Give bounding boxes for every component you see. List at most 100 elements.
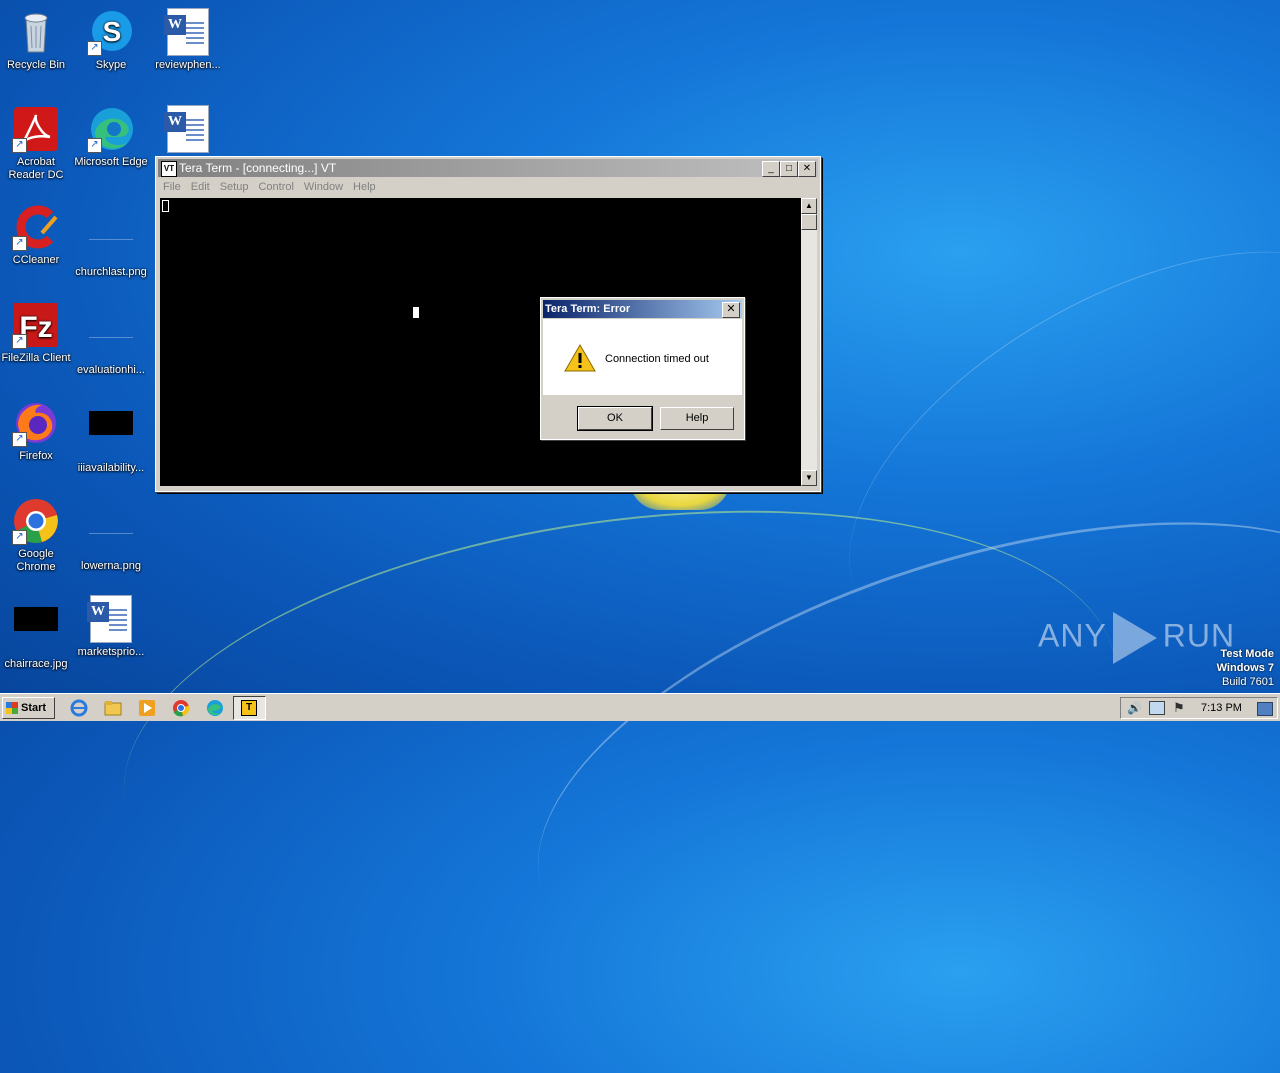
teraterm-title: Tera Term - [connecting...] VT — [179, 161, 337, 175]
desktop-icon-label: Google Chrome — [16, 548, 56, 573]
chrome-taskbar-icon[interactable] — [172, 699, 190, 717]
firefox-icon: ↗ — [12, 399, 60, 447]
scroll-thumb[interactable] — [801, 214, 817, 230]
maximize-button[interactable]: □ — [780, 161, 798, 177]
desktop-icon-label: Microsoft Edge — [74, 156, 148, 168]
word-doc-icon: W — [164, 105, 212, 153]
build-line: Build 7601 — [1222, 676, 1274, 688]
desktop-icon-marketsprio[interactable]: W marketsprio... — [73, 595, 149, 659]
menu-file[interactable]: File — [158, 179, 186, 195]
network-icon[interactable] — [1149, 701, 1165, 715]
desktop-icon-churchlast[interactable]: churchlast.png — [73, 203, 149, 279]
image-file-icon — [87, 215, 135, 263]
scroll-down-icon[interactable]: ▼ — [801, 470, 817, 486]
desktop-icon-label: lowerna.png — [81, 560, 141, 572]
start-button[interactable]: Start — [2, 697, 55, 719]
menu-window[interactable]: Window — [299, 179, 348, 195]
error-dialog-titlebar[interactable]: Tera Term: Error ✕ — [543, 300, 742, 318]
teraterm-titlebar[interactable]: VT Tera Term - [connecting...] VT _ □ ✕ — [158, 159, 818, 177]
shortcut-arrow-icon: ↗ — [12, 432, 27, 447]
edge-icon: ↗ — [87, 105, 135, 153]
desktop-icon-edge[interactable]: ↗ Microsoft Edge — [73, 105, 149, 169]
shortcut-arrow-icon: ↗ — [12, 138, 27, 153]
anyrun-watermark: ANY RUN — [1038, 612, 1235, 664]
dialog-close-button[interactable]: ✕ — [722, 302, 740, 318]
clock[interactable]: 7:13 PM — [1201, 702, 1242, 714]
desktop-icon-label: CCleaner — [12, 254, 60, 266]
menu-control[interactable]: Control — [253, 179, 298, 195]
recycle-bin-icon — [12, 8, 60, 56]
desktop-icon-label: marketsprio... — [77, 646, 145, 658]
menu-edit[interactable]: Edit — [186, 179, 215, 195]
warning-icon — [563, 343, 597, 373]
desktop-icon-label: reviewphen... — [155, 59, 221, 71]
desktop-icon-label: FileZilla Client — [1, 352, 71, 364]
desktop-icon-reviewphen[interactable]: W reviewphen... — [150, 8, 226, 72]
mouse-text-cursor — [413, 307, 419, 318]
explorer-icon[interactable] — [104, 699, 122, 717]
desktop-icon-label: Skype — [95, 59, 127, 71]
media-player-icon[interactable] — [138, 699, 156, 717]
desktop-icon-label: Acrobat Reader DC — [8, 156, 64, 181]
scroll-up-icon[interactable]: ▲ — [801, 198, 817, 214]
windows-version-line: Windows 7 — [1216, 662, 1274, 674]
desktop-icon-filezilla[interactable]: Fz ↗ FileZilla Client — [0, 301, 74, 365]
windows-logo-icon — [6, 702, 18, 714]
desktop-icon-evaluationhi[interactable]: evaluationhi... — [73, 301, 149, 377]
help-button[interactable]: Help — [660, 407, 734, 430]
taskbar: Start T 🔊 ⚑ 7:13 PM — [0, 693, 1280, 721]
play-logo-icon — [1112, 612, 1157, 664]
watermark-text-left: ANY — [1038, 617, 1107, 654]
skype-icon: S ↗ — [87, 8, 135, 56]
desktop-icon-label: Firefox — [19, 450, 53, 462]
teraterm-menubar: File Edit Setup Control Window Help — [158, 179, 818, 197]
svg-text:S: S — [103, 16, 122, 47]
volume-icon[interactable]: 🔊 — [1127, 701, 1142, 715]
desktop-icon-chrome[interactable]: ↗ Google Chrome — [0, 497, 74, 574]
desktop-icon-label: churchlast.png — [75, 266, 147, 278]
minimize-button[interactable]: _ — [762, 161, 780, 177]
terminal-cursor — [162, 200, 169, 212]
shortcut-arrow-icon: ↗ — [12, 236, 27, 251]
ie-icon[interactable] — [70, 699, 88, 717]
image-file-icon — [87, 411, 135, 459]
desktop-icon-recycle-bin[interactable]: Recycle Bin — [0, 8, 74, 72]
desktop-icon-chairrace[interactable]: chairrace.jpg — [0, 595, 74, 671]
action-center-flag-icon[interactable]: ⚑ — [1173, 700, 1185, 716]
desktop-icon-label: iiiavailability... — [77, 462, 145, 474]
vertical-scrollbar[interactable]: ▲ ▼ — [801, 198, 817, 486]
test-mode-label: Test Mode Windows 7 Build 7601 — [1217, 647, 1274, 689]
start-label: Start — [21, 702, 47, 714]
menu-help[interactable]: Help — [348, 179, 381, 195]
test-mode-line: Test Mode — [1220, 648, 1274, 660]
desktop-icon-skype[interactable]: S ↗ Skype — [73, 8, 149, 72]
teraterm-taskbar-button[interactable]: T — [233, 696, 266, 720]
edge-taskbar-icon[interactable] — [206, 699, 224, 717]
desktop-icon-lowerna[interactable]: lowerna.png — [73, 497, 149, 573]
menu-setup[interactable]: Setup — [215, 179, 254, 195]
word-doc-icon: W — [87, 595, 135, 643]
image-file-icon — [87, 509, 135, 557]
shortcut-arrow-icon: ↗ — [12, 334, 27, 349]
desktop-icon-word-doc[interactable]: W — [150, 105, 226, 156]
shortcut-arrow-icon: ↗ — [12, 530, 27, 545]
desktop-icon-firefox[interactable]: ↗ Firefox — [0, 399, 74, 463]
desktop-icon-acrobat[interactable]: ↗ Acrobat Reader DC — [0, 105, 74, 182]
shortcut-arrow-icon: ↗ — [87, 138, 102, 153]
desktop-icon-label: evaluationhi... — [77, 364, 145, 376]
teraterm-taskbar-icon: T — [241, 700, 257, 716]
file-icon — [87, 313, 135, 361]
desktop-icon-ccleaner[interactable]: ↗ CCleaner — [0, 203, 74, 267]
word-doc-icon: W — [164, 8, 212, 56]
chrome-icon: ↗ — [12, 497, 60, 545]
acrobat-icon: ↗ — [12, 105, 60, 153]
error-dialog-title: Tera Term: Error — [545, 303, 631, 315]
desktop-icon-label: chairrace.jpg — [4, 658, 68, 670]
desktop-icon-iiiavailability[interactable]: iiiavailability... — [73, 399, 149, 475]
show-desktop-icon[interactable] — [1257, 702, 1273, 716]
close-button[interactable]: ✕ — [798, 161, 816, 177]
filezilla-icon: Fz ↗ — [12, 301, 60, 349]
error-dialog[interactable]: Tera Term: Error ✕ Connection timed out … — [540, 297, 745, 440]
ok-button[interactable]: OK — [577, 406, 653, 431]
error-dialog-body: Connection timed out — [543, 319, 742, 395]
